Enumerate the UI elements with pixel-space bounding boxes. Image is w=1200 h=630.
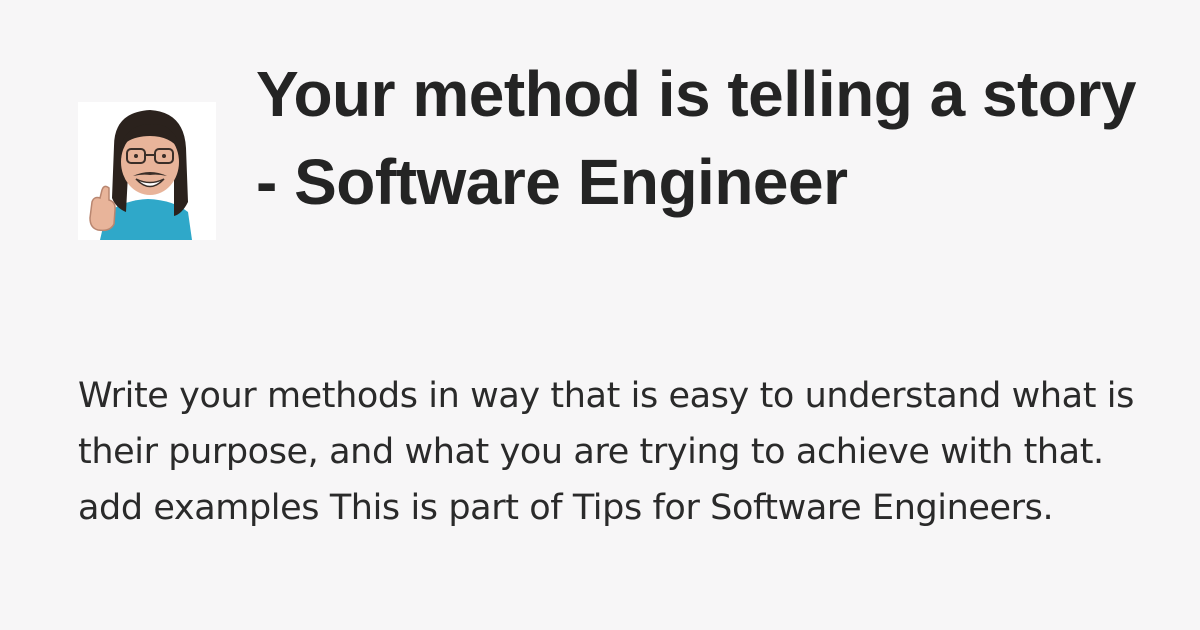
post-title: Your method is telling a story - Softwar… bbox=[256, 58, 1136, 218]
post-description: Write your methods in way that is easy t… bbox=[78, 376, 1134, 528]
author-avatar bbox=[78, 102, 216, 240]
cartoon-avatar-icon bbox=[78, 102, 216, 240]
